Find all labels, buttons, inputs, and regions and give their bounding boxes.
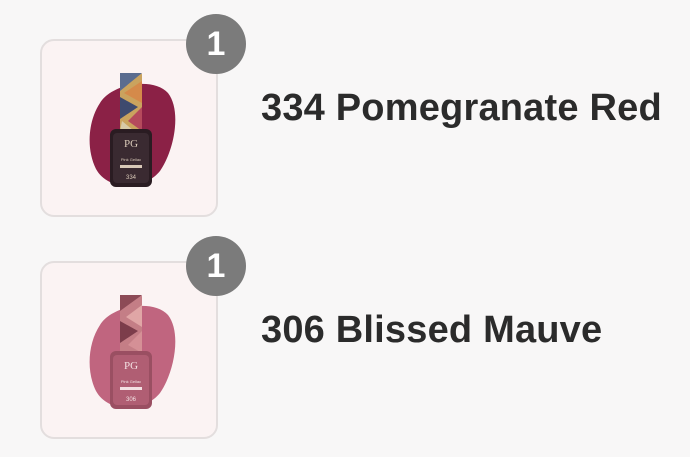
quantity-badge: 1 — [186, 14, 246, 74]
svg-text:334: 334 — [126, 175, 137, 181]
svg-text:306: 306 — [126, 397, 137, 403]
product-thumbnail[interactable]: PG Pink Gellac 306 — [40, 261, 218, 439]
svg-text:Pink Gellac: Pink Gellac — [121, 379, 141, 384]
product-name[interactable]: 334 Pomegranate Red — [261, 86, 662, 130]
svg-text:Pink Gellac: Pink Gellac — [121, 157, 141, 162]
nail-polish-bottle-icon: PG Pink Gellac 334 — [89, 73, 176, 187]
cart-item-list: PG Pink Gellac 334 1 334 Pomegranate Red — [0, 0, 690, 457]
cart-item[interactable]: PG Pink Gellac 306 1 306 Blissed Mauve — [0, 222, 690, 442]
cart-item[interactable]: PG Pink Gellac 334 1 334 Pomegranate Red — [0, 0, 690, 220]
quantity-badge: 1 — [186, 236, 246, 296]
product-name[interactable]: 306 Blissed Mauve — [261, 308, 602, 352]
bottle-brand-text: PG — [124, 138, 138, 150]
svg-text:PG: PG — [124, 360, 138, 372]
product-thumbnail[interactable]: PG Pink Gellac 334 — [40, 39, 218, 217]
nail-polish-bottle-icon: PG Pink Gellac 306 — [89, 295, 176, 409]
